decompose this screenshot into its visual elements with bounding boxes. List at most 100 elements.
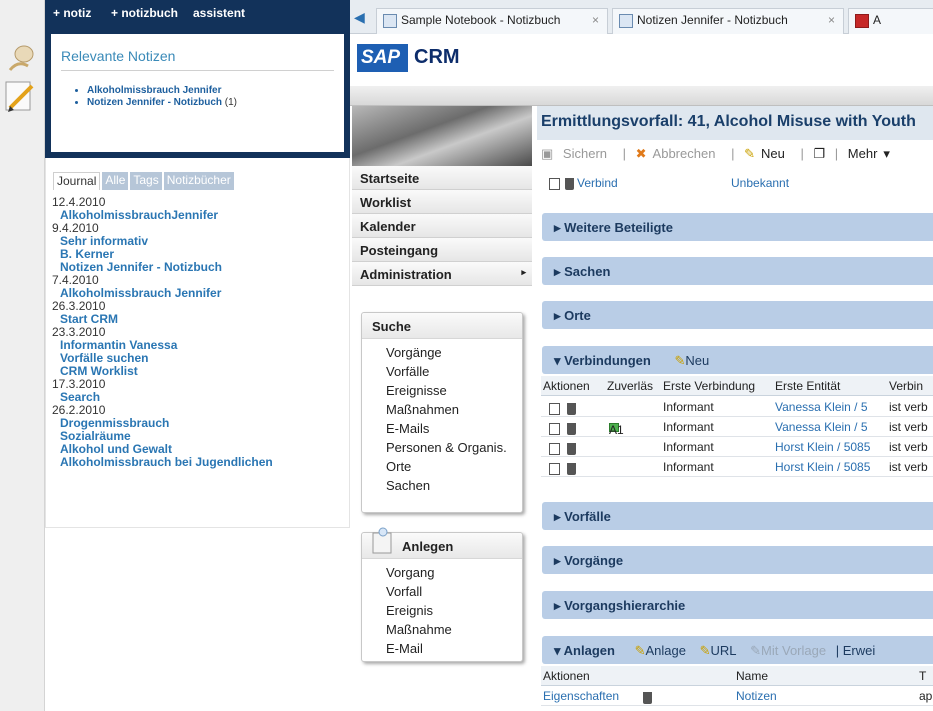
tab-journal[interactable]: Journal xyxy=(53,172,101,190)
journal-tabs: Journal Alle Tags Notizbücher xyxy=(53,172,236,190)
col-aktionen: Aktionen xyxy=(543,669,590,683)
relevant-note-item[interactable]: Notizen Jennifer - Notizbuch (1) xyxy=(87,97,334,109)
assistant-link[interactable]: assistent xyxy=(193,6,245,20)
section-verbindungen[interactable]: ▾ Verbindungen ✎Neu xyxy=(542,346,933,374)
entity-link[interactable]: Vanessa Klein / 5 xyxy=(775,420,868,434)
tab-alle[interactable]: Alle xyxy=(102,172,129,190)
section-orte[interactable]: ▸ Orte xyxy=(542,301,933,329)
save-button[interactable]: ▣ Sichern xyxy=(541,146,613,161)
cancel-button[interactable]: ✖ Abbrechen xyxy=(636,146,722,161)
cancel-icon: ✖ xyxy=(635,146,647,161)
new-icon: ✎ xyxy=(634,643,646,658)
connection-type: ist verb xyxy=(889,400,928,414)
section-weitere-beteiligte[interactable]: ▸ Weitere Beteiligte xyxy=(542,213,933,241)
create-link[interactable]: Vorfall xyxy=(362,582,522,601)
search-link[interactable]: Vorfälle xyxy=(362,362,522,381)
entity-link[interactable]: Horst Klein / 5085 xyxy=(775,440,870,454)
new-notebook-link[interactable]: + notizbuch xyxy=(111,6,178,20)
add-attachment-button[interactable]: ✎Anlage xyxy=(635,643,686,658)
trash-icon[interactable] xyxy=(565,176,574,190)
main-navigation: Startseite Worklist Kalender Posteingang… xyxy=(352,166,532,286)
new-note-link[interactable]: + notiz xyxy=(53,6,91,20)
close-tab-icon[interactable]: × xyxy=(828,13,835,27)
search-box: Suche Vorgänge Vorfälle Ereignisse Maßnahme… xyxy=(361,312,523,513)
relevant-note-item[interactable]: Alkoholmissbrauch Jennifer xyxy=(87,85,334,97)
search-link[interactable]: Personen & Organis. xyxy=(362,438,522,457)
copy-icon[interactable]: ❐ xyxy=(813,146,825,161)
new-connection-button[interactable]: ✎Neu xyxy=(674,353,709,368)
crm-title: CRM xyxy=(414,46,460,68)
new-button[interactable]: ✎ Neu xyxy=(744,146,791,161)
relevant-notes-title: Relevante Notizen xyxy=(61,48,334,71)
browser-tab-bar: ◀ Sample Notebook - Notizbuch × Notizen … xyxy=(350,0,933,34)
create-box: Anlegen Vorgang Vorfall Ereignis Maßnahme E-… xyxy=(361,527,523,662)
notes-app-icon[interactable] xyxy=(4,42,38,72)
connection-type: ist verb xyxy=(889,460,928,474)
section-sachen[interactable]: ▸ Sachen xyxy=(542,257,933,285)
header-image xyxy=(352,106,532,166)
pencil-notepad-icon[interactable] xyxy=(4,80,38,112)
page-icon xyxy=(619,14,633,28)
search-link[interactable]: Ereignisse xyxy=(362,381,522,400)
col-name: Name xyxy=(736,669,769,683)
nav-startseite[interactable]: Startseite xyxy=(352,166,532,190)
tab-tags[interactable]: Tags xyxy=(130,172,162,190)
col-erste-verbindung: Erste Verbindung xyxy=(663,379,756,393)
attachment-name-link[interactable]: Notizen xyxy=(736,689,777,703)
nav-posteingang[interactable]: Posteingang xyxy=(352,238,532,262)
section-vorgangshierarchie[interactable]: ▸ Vorgangshierarchie xyxy=(542,591,933,619)
extended-button[interactable]: Erwei xyxy=(843,643,876,658)
nav-administration[interactable]: Administration ▸ xyxy=(352,262,532,286)
connections-header: Aktionen Zuverläs Erste Verbindung Erste… xyxy=(541,376,933,396)
search-link[interactable]: Vorgänge xyxy=(362,343,522,362)
section-vorfaelle[interactable]: ▸ Vorfälle xyxy=(542,502,933,530)
create-link[interactable]: Maßnahme xyxy=(362,620,522,639)
template-button[interactable]: ✎Mit Vorlage xyxy=(750,643,826,658)
side-toolbar xyxy=(0,0,45,711)
close-tab-icon[interactable]: × xyxy=(592,13,599,27)
nav-kalender[interactable]: Kalender xyxy=(352,214,532,238)
connection-row: Informant Vanessa Klein / 5 ist verb xyxy=(541,397,933,417)
tab-sample-notebook[interactable]: Sample Notebook - Notizbuch × xyxy=(376,8,608,34)
tab-notizen-jennifer[interactable]: Notizen Jennifer - Notizbuch × xyxy=(612,8,844,34)
verbind-link[interactable]: Verbind xyxy=(577,176,618,190)
col-erste-entitaet: Erste Entität xyxy=(775,379,841,393)
verbind-value[interactable]: Unbekannt xyxy=(731,176,789,190)
notiz-menu-bar: + notiz + notizbuch assistent xyxy=(45,0,350,28)
section-anlagen[interactable]: ▾ Anlagen ✎Anlage ✎URL ✎Mit Vorlage | Er… xyxy=(542,636,933,664)
connection-row: A1 Informant Vanessa Klein / 5 ist verb xyxy=(541,417,933,437)
nav-worklist[interactable]: Worklist xyxy=(352,190,532,214)
search-link[interactable]: Maßnahmen xyxy=(362,400,522,419)
page-icon xyxy=(383,14,397,28)
search-link[interactable]: Sachen xyxy=(362,476,522,495)
tab-notizbuecher[interactable]: Notizbücher xyxy=(163,172,234,190)
edit-icon[interactable] xyxy=(549,176,563,190)
new-icon: ✎ xyxy=(744,146,755,161)
entity-link[interactable]: Horst Klein / 5085 xyxy=(775,460,870,474)
add-url-button[interactable]: ✎URL xyxy=(700,643,737,658)
relevant-notes-panel: Relevante Notizen Alkoholmissbrauch Jenn… xyxy=(45,28,350,158)
chevron-down-icon: ▾ xyxy=(883,146,890,161)
first-connection: Informant xyxy=(663,440,714,454)
more-menu[interactable]: Mehr ▾ xyxy=(848,146,896,161)
create-box-title: Anlegen xyxy=(362,527,522,559)
section-vorgaenge[interactable]: ▸ Vorgänge xyxy=(542,546,933,574)
new-document-icon xyxy=(372,527,394,558)
create-link[interactable]: E-Mail xyxy=(362,639,522,658)
tab-third[interactable]: A xyxy=(848,8,933,34)
relevant-notes-list: Alkoholmissbrauch Jennifer Notizen Jenni… xyxy=(61,85,334,109)
journal-panel: Journal Alle Tags Notizbücher 12.4.2010 A… xyxy=(45,158,350,528)
search-link[interactable]: Orte xyxy=(362,457,522,476)
properties-link[interactable]: Eigenschaften xyxy=(543,689,619,703)
connection-row: Informant Horst Klein / 5085 ist verb xyxy=(541,437,933,457)
entity-link[interactable]: Vanessa Klein / 5 xyxy=(775,400,868,414)
sap-logo: SAP xyxy=(357,44,408,72)
connection-type: ist verb xyxy=(889,420,928,434)
app-icon xyxy=(855,14,869,28)
back-arrow-icon[interactable]: ◀ xyxy=(354,9,365,26)
create-link[interactable]: Ereignis xyxy=(362,601,522,620)
toolbar: ▣ Sichern | ✖ Abbrechen | ✎ Neu | ❐ | Mehr… xyxy=(537,140,933,168)
create-link[interactable]: Vorgang xyxy=(362,563,522,582)
search-link[interactable]: E-Mails xyxy=(362,419,522,438)
journal-entry-link[interactable]: Alkoholmissbrauch bei Jugendlichen xyxy=(52,456,342,469)
